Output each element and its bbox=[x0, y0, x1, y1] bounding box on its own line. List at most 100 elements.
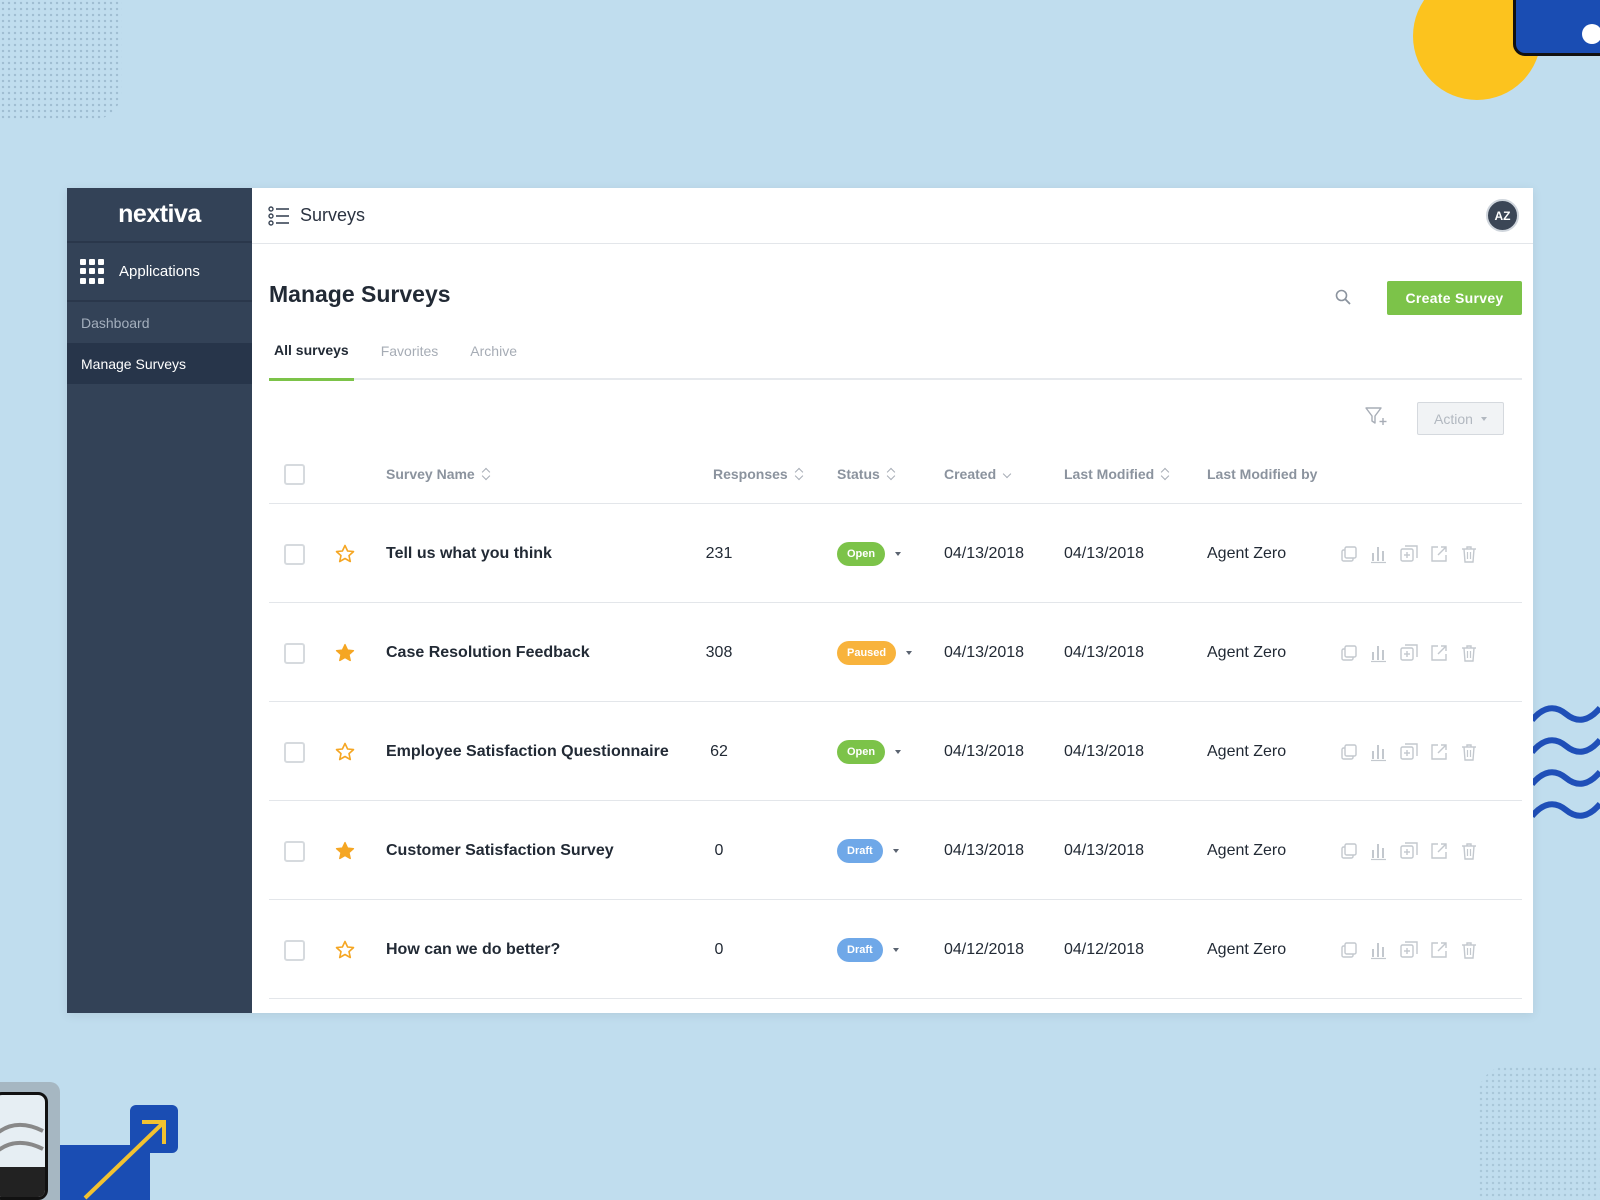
sidebar-item-manage-surveys[interactable]: Manage Surveys bbox=[67, 343, 252, 384]
sidebar-item-dashboard[interactable]: Dashboard bbox=[67, 302, 252, 343]
share-icon[interactable] bbox=[1429, 544, 1449, 564]
row-actions bbox=[1339, 703, 1479, 801]
sort-descending-icon bbox=[1003, 467, 1011, 481]
created-date: 04/12/2018 bbox=[944, 941, 1025, 958]
trash-icon[interactable] bbox=[1459, 841, 1479, 861]
star-outline-icon[interactable] bbox=[335, 544, 355, 564]
row-checkbox[interactable] bbox=[284, 939, 305, 961]
share-icon[interactable] bbox=[1429, 742, 1449, 762]
responses-count: 308 bbox=[705, 644, 733, 661]
list-icon[interactable] bbox=[268, 205, 290, 227]
column-survey-name[interactable]: Survey Name bbox=[386, 444, 490, 504]
star-outline-icon[interactable] bbox=[335, 940, 355, 960]
trash-icon[interactable] bbox=[1459, 940, 1479, 960]
survey-name-link[interactable]: Employee Satisfaction Questionnaire bbox=[386, 703, 669, 801]
created-date: 04/13/2018 bbox=[944, 545, 1025, 562]
survey-name-link[interactable]: How can we do better? bbox=[386, 901, 560, 999]
select-all-checkbox[interactable] bbox=[284, 463, 305, 485]
chevron-down-icon[interactable] bbox=[895, 750, 902, 754]
trash-icon[interactable] bbox=[1459, 742, 1479, 762]
row-checkbox[interactable] bbox=[284, 543, 305, 565]
background-arrow bbox=[83, 1120, 166, 1200]
tab-favorites[interactable]: Favorites bbox=[376, 334, 444, 380]
star-outline-icon[interactable] bbox=[335, 742, 355, 762]
sort-icon bbox=[482, 467, 490, 481]
column-status[interactable]: Status bbox=[837, 444, 895, 504]
row-checkbox[interactable] bbox=[284, 840, 305, 862]
sidebar-item-label: Manage Surveys bbox=[81, 355, 187, 372]
add-icon[interactable] bbox=[1399, 544, 1419, 564]
column-last-modified[interactable]: Last Modified bbox=[1064, 444, 1169, 504]
add-filter-icon[interactable] bbox=[1364, 405, 1388, 427]
status-cell: Open bbox=[837, 703, 902, 801]
add-icon[interactable] bbox=[1399, 940, 1419, 960]
bar-chart-icon[interactable] bbox=[1369, 742, 1389, 762]
last-modified-date: 04/13/2018 bbox=[1064, 545, 1145, 562]
chevron-down-icon[interactable] bbox=[892, 849, 899, 853]
sort-icon bbox=[887, 467, 895, 481]
last-modified-date: 04/13/2018 bbox=[1064, 842, 1145, 859]
search-icon[interactable] bbox=[1334, 288, 1352, 306]
last-modified-by: Agent Zero bbox=[1207, 644, 1287, 661]
copy-icon[interactable] bbox=[1339, 841, 1359, 861]
copy-icon[interactable] bbox=[1339, 544, 1359, 564]
status-badge[interactable]: Paused bbox=[837, 641, 897, 665]
chevron-down-icon[interactable] bbox=[892, 948, 899, 952]
status-badge[interactable]: Draft bbox=[837, 938, 883, 962]
row-actions bbox=[1339, 604, 1479, 702]
favorite-cell bbox=[335, 703, 355, 801]
table-row: Case Resolution Feedback 308 Paused 04/1… bbox=[269, 604, 1522, 702]
background-outlined-square bbox=[0, 1092, 48, 1200]
row-select-cell bbox=[284, 703, 305, 801]
background-dots-bottom-right bbox=[1478, 1066, 1600, 1200]
add-icon[interactable] bbox=[1399, 742, 1419, 762]
star-filled-icon[interactable] bbox=[335, 643, 355, 663]
share-icon[interactable] bbox=[1429, 940, 1449, 960]
row-checkbox[interactable] bbox=[284, 642, 305, 664]
copy-icon[interactable] bbox=[1339, 940, 1359, 960]
action-dropdown[interactable]: Action bbox=[1417, 402, 1504, 435]
tab-archive[interactable]: Archive bbox=[465, 334, 522, 380]
sort-icon bbox=[1161, 467, 1169, 481]
row-checkbox[interactable] bbox=[284, 741, 305, 763]
create-survey-button[interactable]: Create Survey bbox=[1387, 281, 1522, 315]
applications-menu[interactable]: Applications bbox=[67, 243, 252, 302]
add-icon[interactable] bbox=[1399, 643, 1419, 663]
avatar[interactable]: AZ bbox=[1486, 199, 1519, 232]
star-filled-icon[interactable] bbox=[335, 841, 355, 861]
bar-chart-icon[interactable] bbox=[1369, 841, 1389, 861]
trash-icon[interactable] bbox=[1459, 544, 1479, 564]
trash-icon[interactable] bbox=[1459, 643, 1479, 663]
copy-icon[interactable] bbox=[1339, 742, 1359, 762]
table-row: How can we do better? 0 Draft 04/12/2018… bbox=[269, 901, 1522, 999]
column-last-modified-by: Last Modified by bbox=[1207, 466, 1318, 482]
share-icon[interactable] bbox=[1429, 841, 1449, 861]
logo[interactable]: nextiva bbox=[67, 188, 252, 243]
status-badge[interactable]: Open bbox=[837, 740, 886, 764]
bar-chart-icon[interactable] bbox=[1369, 643, 1389, 663]
app-grid-icon bbox=[80, 258, 106, 285]
survey-name-link[interactable]: Tell us what you think bbox=[386, 505, 552, 603]
tab-all-surveys[interactable]: All surveys bbox=[269, 334, 354, 381]
row-select-cell bbox=[284, 505, 305, 603]
table-row: Tell us what you think 231 Open 04/13/20… bbox=[269, 505, 1522, 603]
status-badge[interactable]: Draft bbox=[837, 839, 883, 863]
status-badge[interactable]: Open bbox=[837, 542, 886, 566]
background-white-dot bbox=[1582, 24, 1600, 44]
share-icon[interactable] bbox=[1429, 643, 1449, 663]
bar-chart-icon[interactable] bbox=[1369, 544, 1389, 564]
bar-chart-icon[interactable] bbox=[1369, 940, 1389, 960]
column-created[interactable]: Created bbox=[944, 444, 1011, 504]
survey-name-link[interactable]: Customer Satisfaction Survey bbox=[386, 802, 614, 900]
chevron-down-icon[interactable] bbox=[895, 552, 902, 556]
background-waves bbox=[1532, 705, 1600, 819]
last-modified-date: 04/13/2018 bbox=[1064, 743, 1145, 760]
action-label: Action bbox=[1434, 410, 1473, 427]
chevron-down-icon[interactable] bbox=[906, 651, 913, 655]
sidebar: nextiva Applications Dashboard Manage Su… bbox=[67, 188, 252, 1013]
row-select-cell bbox=[284, 604, 305, 702]
survey-name-link[interactable]: Case Resolution Feedback bbox=[386, 604, 590, 702]
copy-icon[interactable] bbox=[1339, 643, 1359, 663]
column-responses[interactable]: Responses bbox=[713, 444, 803, 504]
add-icon[interactable] bbox=[1399, 841, 1419, 861]
